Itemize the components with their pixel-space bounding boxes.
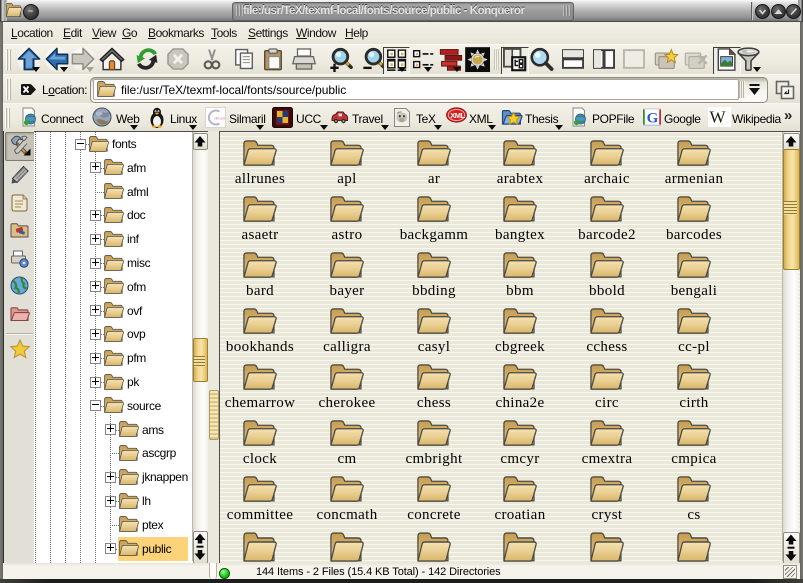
svg-text:W: W bbox=[710, 108, 727, 127]
svg-text:silmaril: silmaril bbox=[214, 117, 225, 121]
svg-text:G: G bbox=[647, 111, 659, 127]
svg-text:XML: XML bbox=[450, 111, 465, 120]
